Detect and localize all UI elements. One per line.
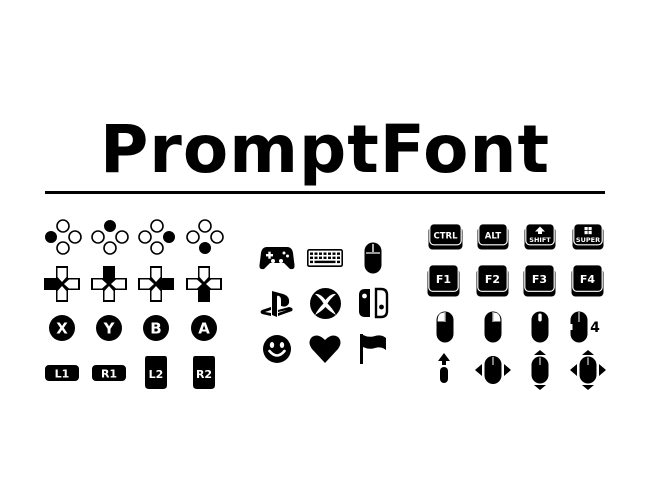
f2-label: F2: [485, 273, 500, 286]
face-diamond-bottom-icon: [186, 219, 224, 254]
keyboard-icon: [307, 249, 344, 267]
mouse-middle-click-icon: [531, 311, 549, 343]
mouse-move-horizontal-icon: [475, 356, 511, 384]
y-button-label: Y: [103, 320, 116, 338]
flag-icon: [360, 334, 386, 364]
face-diamond-top-icon: [91, 220, 129, 255]
mouse-move-all-directions-icon: [570, 350, 606, 390]
face-diamond-right-icon: [138, 219, 175, 255]
alt-key-icon: ALT: [477, 223, 509, 250]
l2-trigger-icon: L2: [145, 356, 167, 389]
y-button-icon: Y: [96, 315, 122, 341]
f3-label: F3: [532, 273, 547, 286]
l1-button-icon: L1: [45, 365, 79, 381]
b-button-icon: B: [143, 315, 169, 341]
super-label: SUPER: [576, 236, 600, 244]
mouse-button-4-icon: 4: [570, 311, 600, 343]
x-button-label: X: [56, 320, 68, 338]
page-title: PromptFont: [99, 111, 551, 188]
l2-label: L2: [149, 368, 164, 381]
f3-key-icon: F3: [523, 264, 556, 297]
ctrl-label: CTRL: [434, 232, 459, 242]
face-diamond-left-icon: [45, 219, 82, 255]
scroll-up-icon: [438, 353, 450, 383]
dpad-left-icon: [44, 266, 80, 302]
dpad-down-icon: [186, 266, 222, 302]
dpad-up-icon: [91, 266, 127, 302]
r1-button-icon: R1: [92, 365, 126, 381]
shift-label: SHIFT: [529, 236, 551, 244]
title-underline: [45, 191, 605, 194]
r2-label: R2: [196, 368, 212, 381]
smiley-icon: [263, 335, 291, 363]
l1-label: L1: [55, 368, 70, 381]
mouse-right-click-icon: [484, 311, 502, 343]
gamepad-icon: [259, 247, 295, 270]
mouse-move-vertical-icon: [531, 350, 549, 390]
a-button-label: A: [198, 320, 210, 338]
f1-key-icon: F1: [427, 264, 460, 297]
mouse-left-click-icon: [436, 311, 454, 343]
x-button-icon: X: [49, 315, 75, 341]
mouse-button-4-label: 4: [590, 320, 600, 336]
f4-label: F4: [580, 273, 596, 286]
mouse-icon: [364, 242, 382, 274]
r2-trigger-icon: R2: [193, 356, 215, 389]
f2-key-icon: F2: [476, 264, 509, 297]
f4-key-icon: F4: [571, 264, 604, 297]
f1-label: F1: [436, 273, 451, 286]
r1-label: R1: [101, 368, 117, 381]
xbox-icon: [310, 288, 341, 319]
dpad-right-icon: [138, 266, 174, 302]
playstation-icon: [260, 291, 293, 317]
shift-key-icon: SHIFT: [524, 223, 556, 250]
alt-label: ALT: [485, 232, 502, 242]
ctrl-key-icon: CTRL: [428, 223, 463, 250]
heart-icon: [309, 335, 341, 363]
b-button-label: B: [150, 320, 161, 338]
a-button-icon: A: [191, 315, 217, 341]
switch-icon: [359, 287, 389, 319]
super-key-icon: SUPER: [572, 223, 604, 250]
